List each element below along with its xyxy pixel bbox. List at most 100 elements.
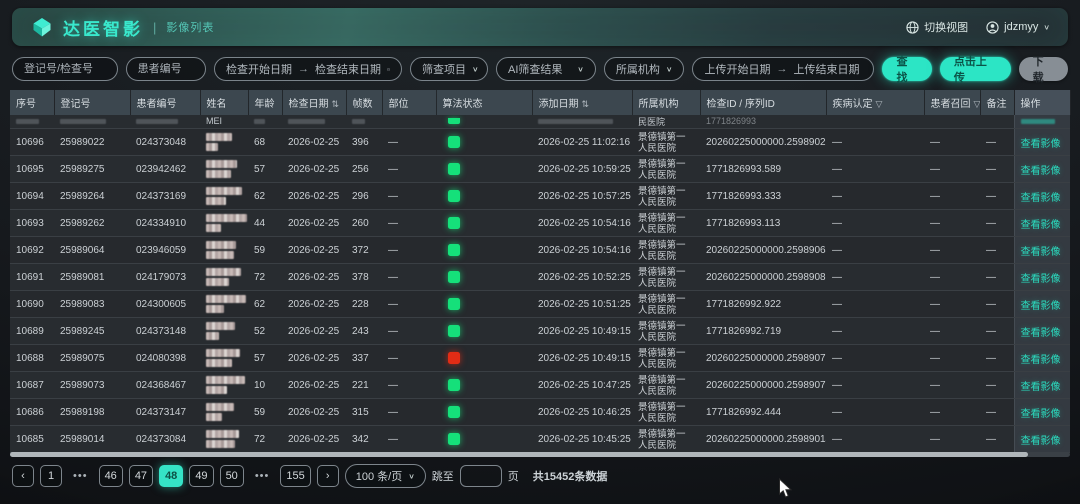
page-size-select[interactable]: 100 条/页 ∨ bbox=[345, 464, 426, 488]
exam-date-range-picker[interactable]: 检查开始日期 → 检查结束日期 bbox=[214, 57, 402, 81]
col-disease[interactable]: 疾病认定▽ bbox=[826, 90, 924, 115]
app-background: 达医智影 | 影像列表 切换视图 jdzmyy ∨ bbox=[0, 0, 1080, 504]
org-select-label: 所属机构 bbox=[616, 61, 660, 77]
col-add-date[interactable]: 添加日期⇅ bbox=[532, 90, 632, 115]
cell-org: 景德镇第一人民医院 bbox=[632, 426, 700, 453]
col-operation: 操作 bbox=[1014, 90, 1070, 115]
cell-part: — bbox=[382, 345, 436, 372]
screening-item-select[interactable]: 筛查项目 ∨ bbox=[410, 57, 488, 81]
page-button-46[interactable]: 46 bbox=[99, 465, 123, 487]
cell-reg-no: 25989064 bbox=[54, 237, 130, 264]
cell-reg-no: 25989245 bbox=[54, 318, 130, 345]
view-image-link[interactable]: 查看影像 bbox=[1021, 274, 1061, 285]
masked-name-mosaic bbox=[206, 403, 242, 421]
upload-date-start-placeholder: 上传开始日期 bbox=[704, 61, 770, 77]
cell-age: 57 bbox=[248, 156, 282, 183]
cell-exam-date: 2026-02-25 bbox=[282, 345, 346, 372]
cell-remark: — bbox=[980, 318, 1014, 345]
view-image-link[interactable]: 查看影像 bbox=[1021, 139, 1061, 150]
cell-name bbox=[200, 291, 248, 318]
cell-recall: — bbox=[924, 372, 980, 399]
search-button[interactable]: 查找 bbox=[882, 57, 931, 81]
status-square bbox=[448, 433, 460, 445]
view-image-link[interactable]: 查看影像 bbox=[1021, 193, 1061, 204]
user-caret-icon: ∨ bbox=[1043, 23, 1050, 32]
page-button-48[interactable]: 48 bbox=[159, 465, 183, 487]
cell-recall: — bbox=[924, 399, 980, 426]
switch-view-button[interactable]: 切换视图 bbox=[906, 19, 968, 35]
download-button[interactable]: 下载 bbox=[1019, 57, 1068, 81]
col-exam-date[interactable]: 检查日期⇅ bbox=[282, 90, 346, 115]
cell-reg-no: 25989083 bbox=[54, 291, 130, 318]
ai-result-select[interactable]: AI筛查结果 ∨ bbox=[496, 57, 596, 81]
view-image-link[interactable]: 查看影像 bbox=[1021, 247, 1061, 258]
org-select[interactable]: 所属机构 ∨ bbox=[604, 57, 685, 81]
view-image-link[interactable]: 查看影像 bbox=[1021, 220, 1061, 231]
page-button-47[interactable]: 47 bbox=[129, 465, 153, 487]
col-serial: 序号 bbox=[10, 90, 54, 115]
view-image-link[interactable]: 查看影像 bbox=[1021, 301, 1061, 312]
page-button-1[interactable]: 1 bbox=[40, 465, 62, 487]
horizontal-scrollbar-thumb[interactable] bbox=[10, 452, 1028, 457]
col-algo-status: 算法状态 bbox=[436, 90, 532, 115]
view-image-link[interactable]: 查看影像 bbox=[1021, 355, 1061, 366]
cell-serial: 10692 bbox=[10, 237, 54, 264]
cell-exam-date: 2026-02-25 bbox=[282, 129, 346, 156]
status-square bbox=[448, 244, 460, 256]
filter-funnel-icon[interactable]: ▽ bbox=[974, 99, 981, 109]
view-image-link[interactable]: 查看影像 bbox=[1021, 166, 1061, 177]
study-list-table-wrap: 序号 登记号 患者编号 姓名 年龄 检查日期⇅ 帧数 部位 算法状态 添加日期⇅… bbox=[10, 90, 1070, 453]
page-button-50[interactable]: 50 bbox=[220, 465, 244, 487]
cell-age: 59 bbox=[248, 399, 282, 426]
col-reg-no: 登记号 bbox=[54, 90, 130, 115]
cell-part: — bbox=[382, 129, 436, 156]
view-image-link[interactable]: 查看影像 bbox=[1021, 409, 1061, 420]
sort-icon[interactable]: ⇅ bbox=[332, 99, 340, 109]
cell-part: — bbox=[382, 183, 436, 210]
reg-no-input[interactable] bbox=[24, 63, 106, 75]
table-row: 10686 25989198 024373147 59 2026-02-25 3… bbox=[10, 399, 1070, 426]
view-image-link[interactable]: 查看影像 bbox=[1021, 436, 1061, 447]
upload-date-range-picker[interactable]: 上传开始日期 → 上传结束日期 bbox=[692, 57, 874, 81]
page-button-155[interactable]: 155 bbox=[280, 465, 310, 487]
col-recall-label: 患者召回 bbox=[931, 99, 971, 110]
masked-name-mosaic bbox=[206, 349, 242, 367]
prev-page-button[interactable]: ‹ bbox=[12, 465, 34, 487]
jump-page-input[interactable] bbox=[460, 465, 502, 487]
cell-disease bbox=[826, 115, 924, 129]
patient-no-input[interactable] bbox=[138, 63, 194, 75]
sort-icon[interactable]: ⇅ bbox=[582, 99, 590, 109]
mosaic-line-1 bbox=[206, 214, 247, 222]
cell-exam-id: 1771826993.113 bbox=[700, 210, 826, 237]
patient-no-search-field[interactable] bbox=[126, 57, 206, 81]
reg-no-search-field[interactable] bbox=[12, 57, 118, 81]
cell-serial: 10691 bbox=[10, 264, 54, 291]
cell-disease: — bbox=[826, 183, 924, 210]
next-page-button[interactable]: › bbox=[317, 465, 339, 487]
cell-operation: 查看影像 bbox=[1014, 291, 1070, 318]
cell-patient-no: 024080398 bbox=[130, 345, 200, 372]
cell-remark: — bbox=[980, 156, 1014, 183]
mosaic-line-1 bbox=[206, 295, 246, 303]
filter-funnel-icon[interactable]: ▽ bbox=[876, 99, 883, 109]
table-header-row: 序号 登记号 患者编号 姓名 年龄 检查日期⇅ 帧数 部位 算法状态 添加日期⇅… bbox=[10, 90, 1070, 115]
col-exam-date-label: 检查日期 bbox=[289, 99, 329, 110]
table-row: 10690 25989083 024300605 62 2026-02-25 2… bbox=[10, 291, 1070, 318]
view-image-link[interactable]: 查看影像 bbox=[1021, 382, 1061, 393]
cell-name bbox=[200, 426, 248, 453]
user-menu[interactable]: jdzmyy ∨ bbox=[986, 21, 1050, 34]
mosaic-line-2 bbox=[206, 251, 234, 259]
cell-name bbox=[200, 129, 248, 156]
upload-button[interactable]: 点击上传 bbox=[940, 57, 1011, 81]
cell-org: 景德镇第一人民医院 bbox=[632, 156, 700, 183]
table-row: 10688 25989075 024080398 57 2026-02-25 3… bbox=[10, 345, 1070, 372]
page-button-49[interactable]: 49 bbox=[189, 465, 213, 487]
horizontal-scrollbar[interactable] bbox=[10, 452, 1070, 457]
switch-view-label: 切换视图 bbox=[924, 19, 968, 35]
cell-age: 57 bbox=[248, 345, 282, 372]
col-add-date-label: 添加日期 bbox=[539, 99, 579, 110]
col-recall[interactable]: 患者召回▽ bbox=[924, 90, 980, 115]
cell-operation: 查看影像 bbox=[1014, 426, 1070, 453]
view-image-link[interactable]: 查看影像 bbox=[1021, 328, 1061, 339]
cell-serial: 10689 bbox=[10, 318, 54, 345]
